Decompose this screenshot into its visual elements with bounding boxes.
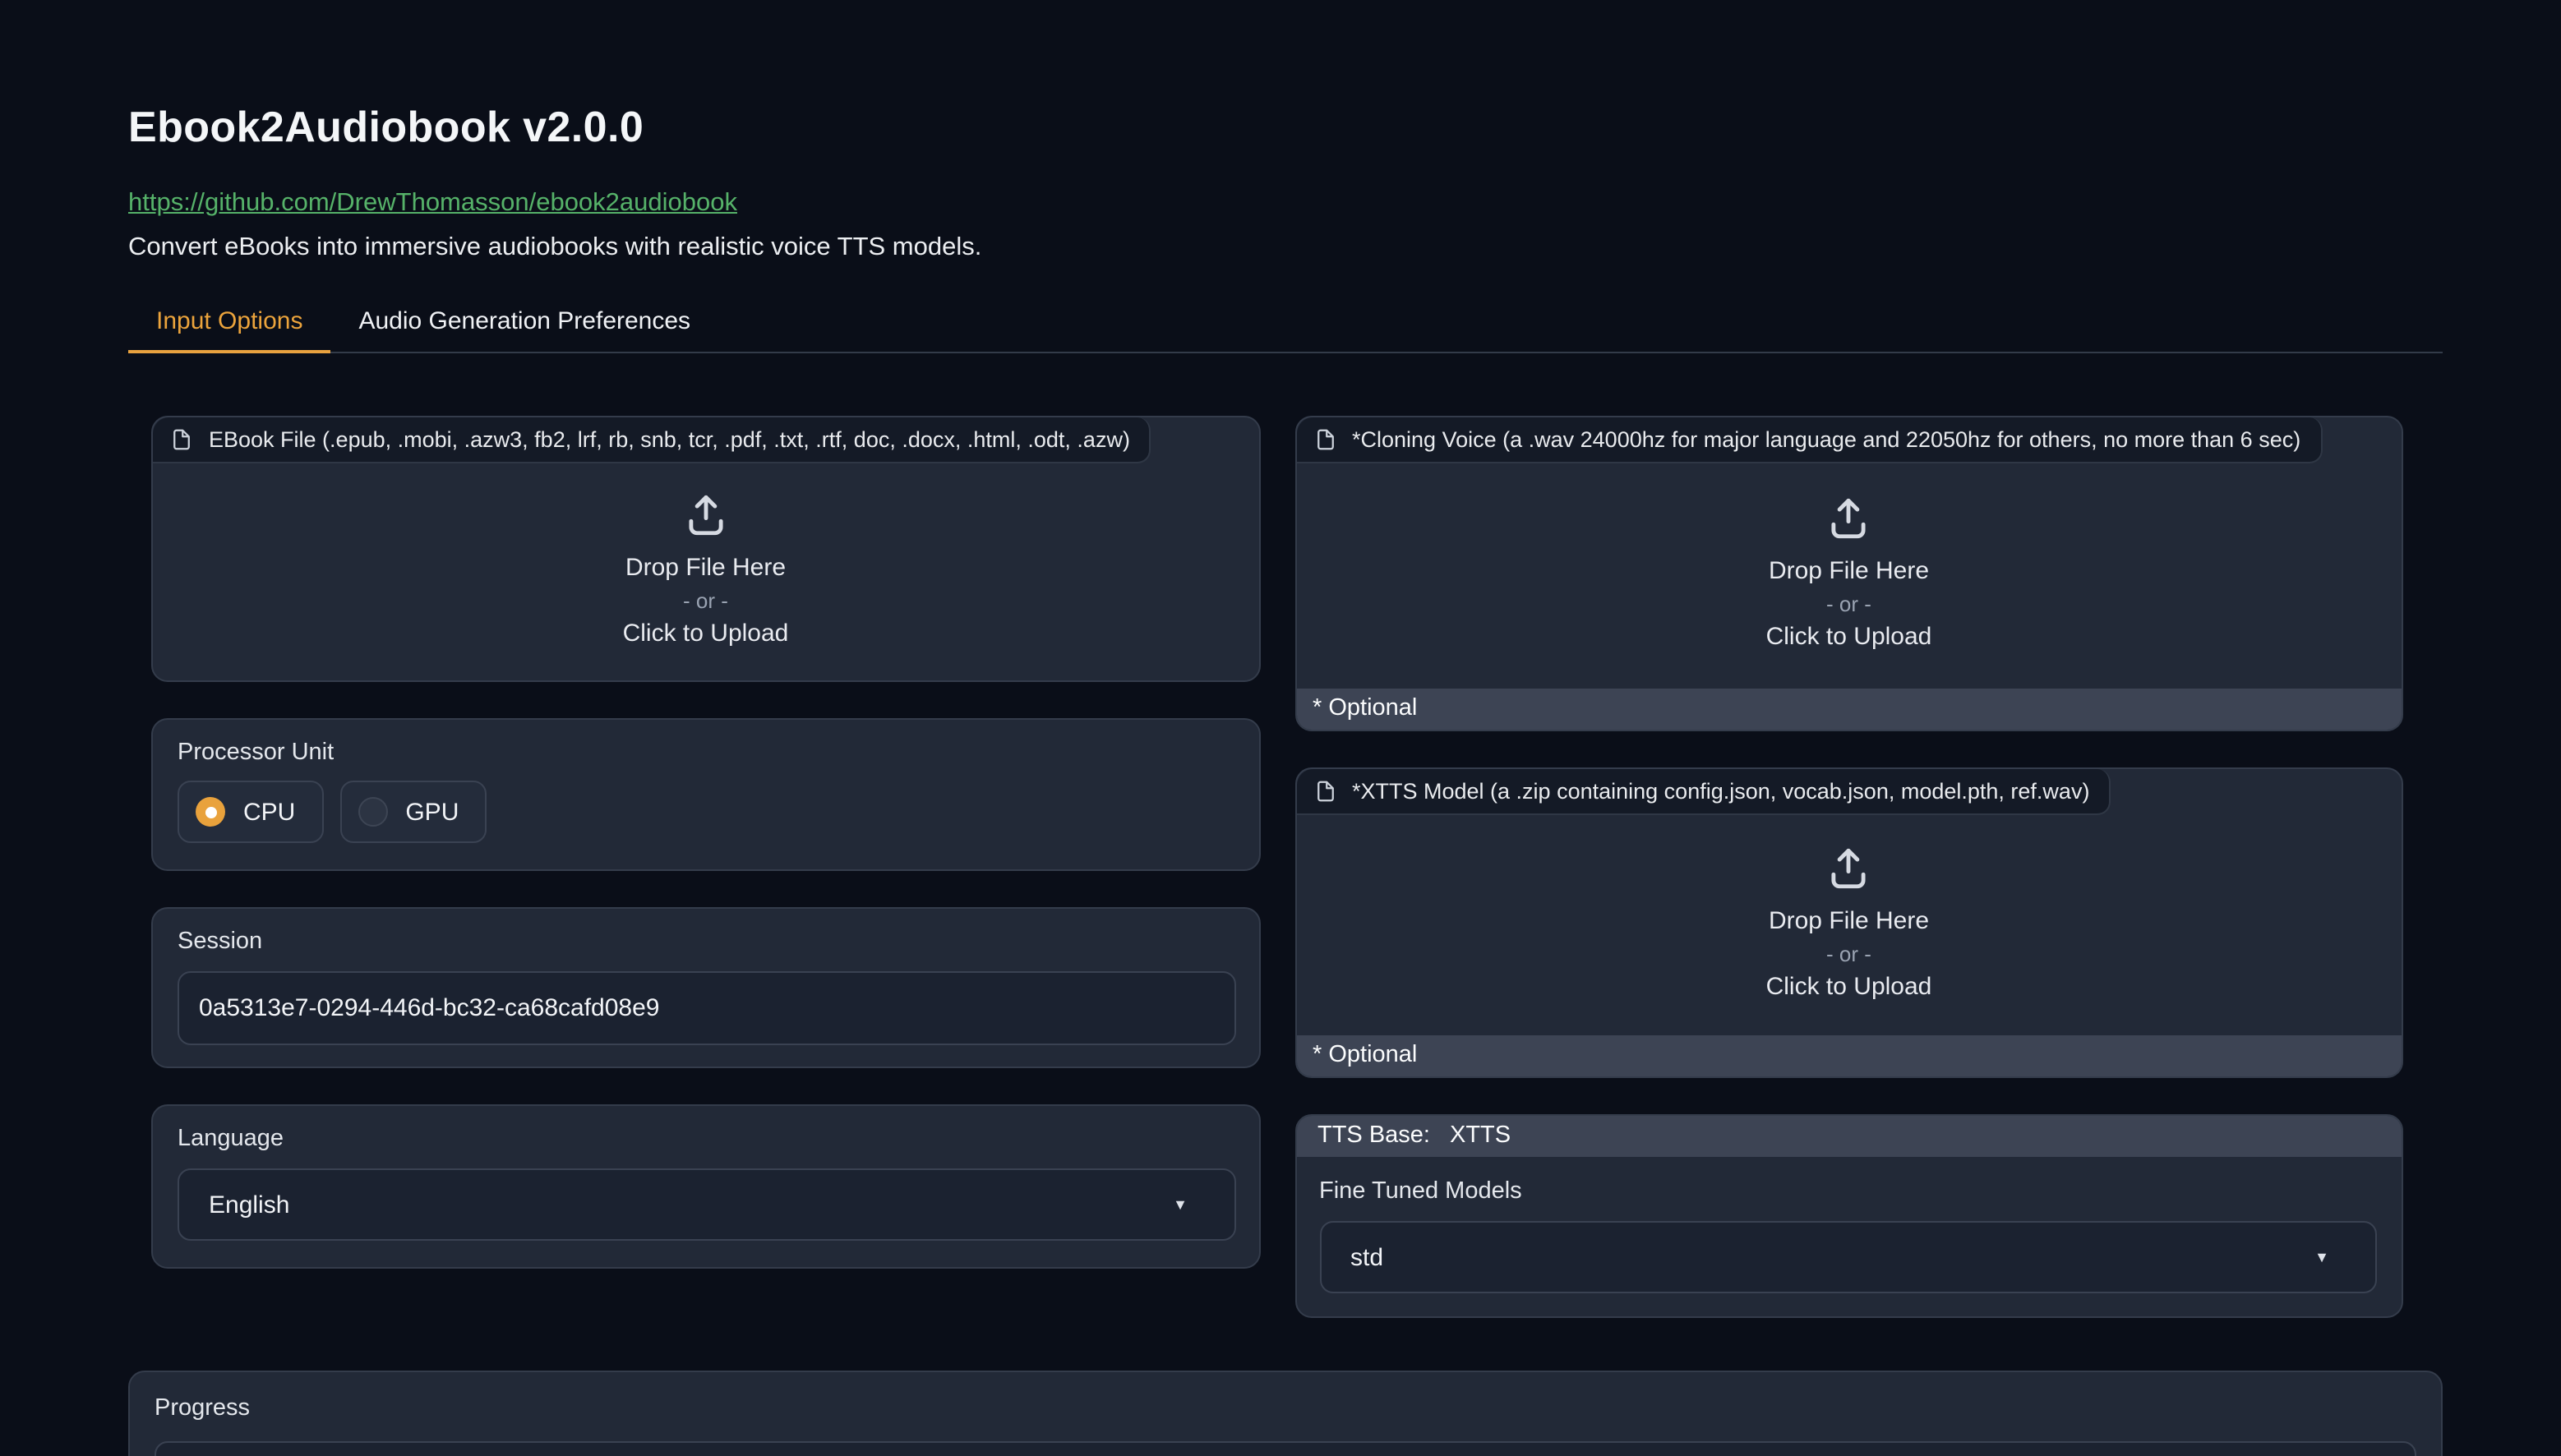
radio-selected-icon bbox=[196, 797, 225, 827]
ebook-upload-label: EBook File (.epub, .mobi, .azw3, fb2, lr… bbox=[153, 417, 1151, 463]
tab-bar: Input Options Audio Generation Preferenc… bbox=[128, 297, 2443, 353]
progress-label: Progress bbox=[155, 1395, 2416, 1421]
cloning-voice-label-text: *Cloning Voice (a .wav 24000hz for major… bbox=[1352, 427, 2300, 452]
radio-unselected-icon bbox=[358, 797, 387, 827]
session-label: Session bbox=[178, 928, 1235, 955]
xtts-model-label-text: *XTTS Model (a .zip containing config.js… bbox=[1352, 779, 2089, 804]
language-selected-value: English bbox=[209, 1191, 289, 1219]
radio-gpu-label: GPU bbox=[405, 798, 459, 826]
file-icon bbox=[1313, 427, 1337, 452]
radio-gpu[interactable]: GPU bbox=[339, 781, 487, 843]
click-to-upload-text: Click to Upload bbox=[623, 619, 789, 647]
drop-file-text: Drop File Here bbox=[1769, 906, 1929, 934]
session-card: Session bbox=[151, 907, 1260, 1068]
progress-card: Progress bbox=[128, 1371, 2443, 1456]
language-label: Language bbox=[178, 1126, 1235, 1152]
fine-tuned-models-label: Fine Tuned Models bbox=[1319, 1178, 2377, 1205]
session-input[interactable] bbox=[178, 971, 1235, 1045]
processor-unit-label: Processor Unit bbox=[178, 740, 1235, 766]
file-icon bbox=[1313, 779, 1337, 804]
progress-output-box[interactable] bbox=[155, 1441, 2416, 1456]
upload-icon bbox=[682, 491, 730, 538]
file-icon bbox=[169, 427, 194, 452]
drop-file-text: Drop File Here bbox=[625, 553, 786, 581]
left-column: EBook File (.epub, .mobi, .azw3, fb2, lr… bbox=[151, 416, 1260, 1318]
radio-cpu-label: CPU bbox=[243, 798, 295, 826]
page-title: Ebook2Audiobook v2.0.0 bbox=[128, 102, 2443, 153]
xtts-model-dropzone[interactable]: Drop File Here - or - Click to Upload bbox=[1296, 815, 2402, 1035]
or-text: - or - bbox=[1826, 592, 1871, 616]
app-description: Convert eBooks into immersive audiobooks… bbox=[128, 233, 2443, 263]
tab-panel-input-options: EBook File (.epub, .mobi, .azw3, fb2, lr… bbox=[151, 416, 2403, 1318]
optional-footer: * Optional bbox=[1296, 1035, 2402, 1076]
language-card: Language English ▼ bbox=[151, 1104, 1260, 1269]
chevron-down-icon: ▼ bbox=[2314, 1250, 2329, 1265]
right-column: *Cloning Voice (a .wav 24000hz for major… bbox=[1294, 416, 2403, 1318]
or-text: - or - bbox=[683, 587, 728, 612]
optional-footer: * Optional bbox=[1296, 689, 2402, 730]
cloning-voice-dropzone[interactable]: Drop File Here - or - Click to Upload bbox=[1296, 463, 2402, 689]
processor-unit-card: Processor Unit CPU GPU bbox=[151, 718, 1260, 871]
radio-cpu[interactable]: CPU bbox=[178, 781, 323, 843]
fine-tuned-models-dropdown[interactable]: std ▼ bbox=[1319, 1221, 2377, 1293]
ebook-upload-card: EBook File (.epub, .mobi, .azw3, fb2, lr… bbox=[151, 416, 1260, 682]
click-to-upload-text: Click to Upload bbox=[1766, 972, 1932, 1000]
tts-base-card: TTS Base: XTTS Fine Tuned Models std ▼ bbox=[1294, 1114, 2403, 1318]
tts-base-label: TTS Base: bbox=[1317, 1122, 1430, 1149]
cloning-voice-label: *Cloning Voice (a .wav 24000hz for major… bbox=[1296, 417, 2322, 463]
drop-file-text: Drop File Here bbox=[1769, 557, 1929, 585]
xtts-model-upload-card: *XTTS Model (a .zip containing config.js… bbox=[1294, 767, 2403, 1078]
xtts-model-label: *XTTS Model (a .zip containing config.js… bbox=[1296, 769, 2111, 815]
ebook-upload-label-text: EBook File (.epub, .mobi, .azw3, fb2, lr… bbox=[209, 427, 1130, 452]
cloning-voice-upload-card: *Cloning Voice (a .wav 24000hz for major… bbox=[1294, 416, 2403, 731]
upload-icon bbox=[1825, 844, 1873, 892]
processor-radio-group: CPU GPU bbox=[178, 781, 1235, 843]
tts-base-header: TTS Base: XTTS bbox=[1296, 1116, 2402, 1157]
tab-audio-generation-preferences[interactable]: Audio Generation Preferences bbox=[330, 297, 718, 352]
tts-base-value: XTTS bbox=[1450, 1122, 1511, 1149]
click-to-upload-text: Click to Upload bbox=[1766, 623, 1932, 651]
ebook-upload-dropzone[interactable]: Drop File Here - or - Click to Upload bbox=[153, 463, 1258, 680]
github-link[interactable]: https://github.com/DrewThomasson/ebook2a… bbox=[128, 189, 737, 217]
chevron-down-icon: ▼ bbox=[1173, 1197, 1188, 1212]
language-dropdown[interactable]: English ▼ bbox=[178, 1168, 1235, 1241]
tab-input-options[interactable]: Input Options bbox=[128, 297, 330, 353]
fine-tuned-models-selected-value: std bbox=[1350, 1243, 1383, 1271]
upload-icon bbox=[1825, 495, 1873, 542]
app-page: Ebook2Audiobook v2.0.0 https://github.co… bbox=[0, 0, 2561, 1456]
or-text: - or - bbox=[1826, 941, 1871, 965]
